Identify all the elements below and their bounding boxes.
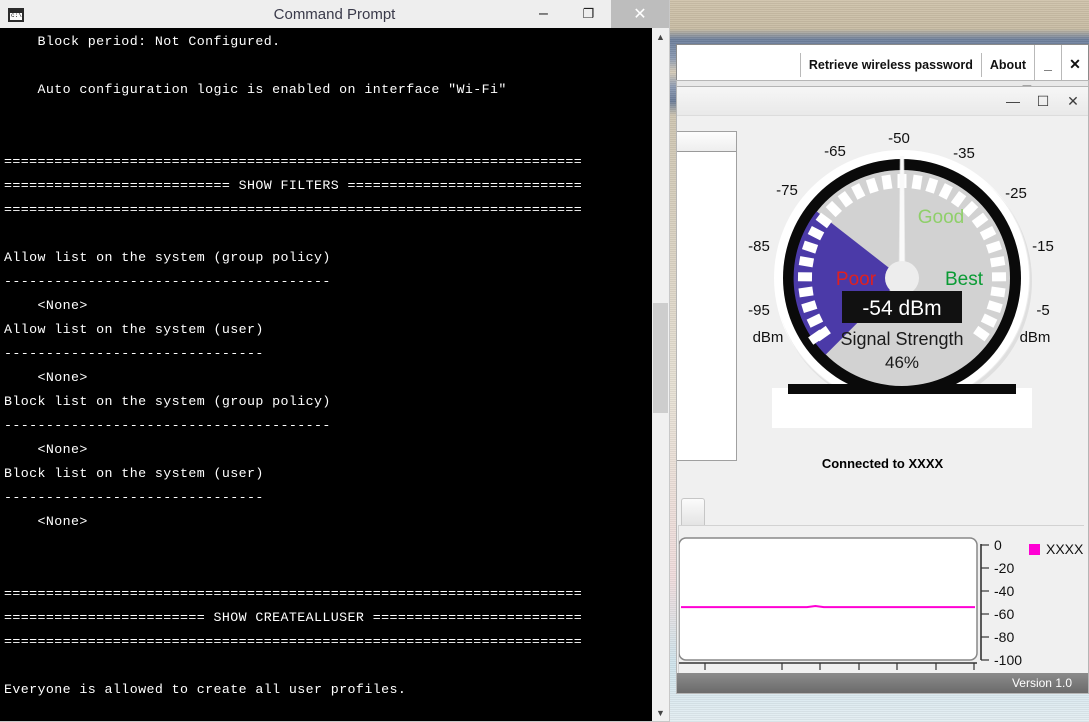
gauge-scale-label--35: -35: [953, 145, 975, 162]
chart-y-tick-label-80: -80: [994, 629, 1014, 645]
gauge-zone-label-poor: Poor: [836, 269, 877, 290]
gauge-scale-label--85: -85: [748, 238, 770, 255]
command-prompt-titlebar[interactable]: Command Prompt – ❐ ✕: [0, 0, 669, 28]
gauge-tick: [798, 256, 815, 268]
signal-history-chart-panel: 14:14:18 14:15:08 0 -20 -40 -60 -80 -100: [678, 525, 1085, 685]
gauge-tick: [980, 313, 998, 328]
scrollbar-down-arrow-icon[interactable]: ▼: [652, 704, 669, 721]
connected-status-label: Connected to XXXX: [821, 456, 944, 471]
scrollbar-up-arrow-icon[interactable]: ▲: [652, 28, 669, 45]
chart-plot-area: [679, 537, 978, 661]
gauge-tick: [989, 256, 1006, 268]
background-window-menubar: Retrieve wireless password About _ ✕: [676, 44, 1089, 84]
gauge-scale-label--75: -75: [776, 182, 798, 199]
chart-y-tick-label-60: -60: [994, 606, 1014, 622]
gauge-tick: [911, 174, 923, 190]
signal-monitor-window: — ☐ ✕ 2: [676, 86, 1089, 694]
gauge-scale-label--15: -15: [1032, 238, 1054, 255]
app-titlebar[interactable]: — ☐ ✕: [677, 87, 1088, 116]
gauge-tick: [925, 177, 939, 194]
signal-strength-gauge: Poor Good Best -54 dBm Signal Strength 4…: [732, 126, 1077, 446]
signal-history-chart: 14:14:18 14:15:08 0 -20 -40 -60 -80 -100: [679, 526, 1085, 684]
app-content-area: 2: [677, 116, 1088, 693]
gauge-tick: [985, 240, 1003, 254]
command-prompt-window-controls: – ❐ ✕: [521, 0, 669, 28]
gauge-zone-label-good: Good: [918, 207, 964, 228]
gauge-tick: [798, 286, 814, 298]
gauge-svg: Poor Good Best -54 dBm Signal Strength 4…: [748, 130, 1054, 428]
scrollbar-thumb[interactable]: [653, 303, 668, 413]
gauge-tick: [807, 226, 825, 241]
gauge-tick: [801, 240, 819, 254]
gauge-scale-label--25: -25: [1005, 185, 1027, 202]
chart-legend-swatch: [1029, 544, 1040, 555]
console-icon: [8, 8, 24, 22]
gauge-tick: [806, 313, 824, 328]
console-scrollbar[interactable]: ▲ ▼: [651, 28, 669, 721]
gauge-tick: [938, 183, 953, 200]
version-label: Version 1.0: [1011, 676, 1072, 690]
chart-y-tick-label-100: -100: [994, 652, 1022, 668]
gauge-tick: [979, 226, 997, 241]
chart-y-tick-label-0: 0: [994, 537, 1002, 553]
menu-item-about[interactable]: About: [980, 53, 1034, 77]
console-output-text: Block period: Not Configured. Auto confi…: [0, 28, 651, 721]
network-list-panel[interactable]: 2: [677, 131, 737, 461]
gauge-readout-value: -54 dBm: [862, 297, 941, 320]
gauge-zone-label-best: Best: [945, 269, 984, 290]
chart-legend-label: XXXX: [1046, 541, 1084, 557]
gauge-unit-right: dBm: [1020, 329, 1051, 346]
gauge-unit-left: dBm: [753, 329, 784, 346]
menubar-spacer: [677, 45, 800, 83]
command-prompt-restore-button[interactable]: ❐: [566, 0, 611, 28]
gauge-tick: [801, 300, 818, 313]
gauge-percent-label: 46%: [885, 353, 919, 372]
gauge-caption: Signal Strength: [840, 329, 963, 349]
gauge-scale-label--50: -50: [888, 130, 910, 147]
menu-item-retrieve-wireless-password[interactable]: Retrieve wireless password: [799, 53, 981, 77]
gauge-scale-label--5: -5: [1036, 302, 1049, 319]
gauge-tick: [986, 300, 1003, 313]
gauge-scale-label--65: -65: [824, 143, 846, 160]
chart-tab-stub[interactable]: [681, 498, 705, 527]
gauge-tick: [990, 286, 1006, 298]
command-prompt-body: Block period: Not Configured. Auto confi…: [0, 28, 669, 721]
gauge-tick: [851, 183, 866, 200]
chart-y-tick-label-40: -40: [994, 583, 1014, 599]
chart-y-tick-label-20: -20: [994, 560, 1014, 576]
gauge-tick: [865, 177, 879, 194]
chart-series-line: [681, 604, 975, 609]
app-minimize-button[interactable]: —: [998, 88, 1028, 114]
network-list-item[interactable]: 2: [677, 152, 736, 170]
command-prompt-minimize-button[interactable]: –: [521, 0, 566, 28]
app-close-button[interactable]: ✕: [1058, 88, 1088, 114]
gauge-needle-hub: [885, 261, 919, 295]
status-bar: Version 1.0: [677, 673, 1088, 693]
gauge-scale-label--95: -95: [748, 302, 770, 319]
network-list-header: [677, 132, 736, 152]
command-prompt-close-button[interactable]: ✕: [611, 0, 669, 28]
background-window-minimize-button[interactable]: _: [1034, 45, 1061, 83]
command-prompt-window: Command Prompt – ❐ ✕ Block period: Not C…: [0, 0, 670, 722]
gauge-tick: [881, 174, 893, 190]
background-window-close-button[interactable]: ✕: [1061, 45, 1088, 83]
app-maximize-button[interactable]: ☐: [1028, 88, 1058, 114]
